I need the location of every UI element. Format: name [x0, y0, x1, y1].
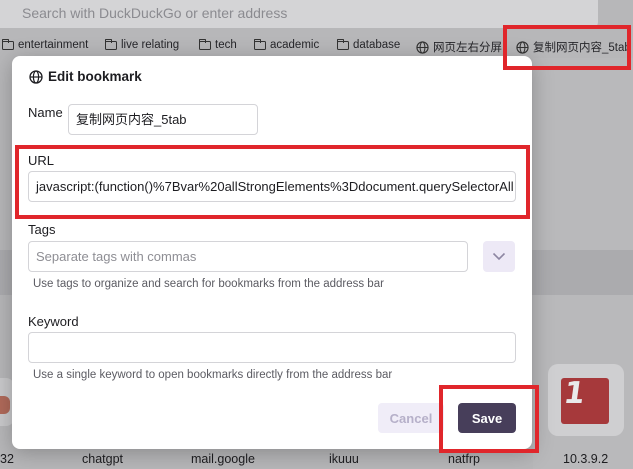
- bookmark-label: entertainment: [18, 39, 89, 51]
- bookmark-split-screen[interactable]: 网页左右分屏: [416, 39, 502, 55]
- bookmark-folder-academic[interactable]: academic: [254, 38, 320, 51]
- keyword-hint: Use a single keyword to open bookmarks d…: [33, 369, 393, 381]
- address-bar-placeholder: Search with DuckDuckGo or enter address: [22, 5, 288, 21]
- bookmark-label: live relating: [121, 39, 180, 51]
- bookmark-label: academic: [270, 39, 320, 51]
- folder-icon: [199, 38, 211, 50]
- cancel-button[interactable]: Cancel: [378, 403, 444, 433]
- tile-label: ikuuu: [329, 452, 359, 466]
- tile-label: chatgpt: [82, 452, 124, 466]
- folder-icon: [2, 38, 14, 50]
- bookmark-folder-live-relating[interactable]: live relating: [105, 38, 180, 51]
- keyword-label: Keyword: [28, 314, 79, 329]
- highlight-save-annotation: [439, 385, 539, 453]
- bookmark-label: 网页左右分屏: [433, 42, 502, 54]
- highlight-url-annotation: [15, 145, 530, 219]
- keyword-input[interactable]: [28, 332, 516, 363]
- tags-dropdown-button[interactable]: [483, 241, 515, 272]
- dialog-title: Edit bookmark: [29, 69, 142, 84]
- name-label: Name: [28, 105, 63, 120]
- folder-icon: [105, 38, 117, 50]
- globe-icon: [416, 40, 429, 54]
- tags-input[interactable]: Separate tags with commas: [28, 241, 468, 272]
- address-bar[interactable]: Search with DuckDuckGo or enter address: [0, 0, 598, 28]
- bookmark-folder-tech[interactable]: tech: [199, 38, 237, 51]
- bookmark-folder-entertainment[interactable]: entertainment: [2, 38, 89, 51]
- bookmark-label: tech: [215, 39, 237, 51]
- tile-label: mail.google: [191, 452, 255, 466]
- tile-label: 10.3.9.2: [563, 452, 609, 466]
- tile-label: natfrp: [448, 452, 480, 466]
- tags-input-placeholder: Separate tags with commas: [36, 249, 197, 264]
- bookmark-folder-database[interactable]: database: [337, 38, 401, 51]
- highlight-bookmark-annotation: [503, 25, 631, 70]
- chevron-down-icon: [492, 252, 506, 261]
- top-site-tile-10-3-9-2[interactable]: 1: [548, 364, 624, 436]
- tags-label: Tags: [28, 222, 56, 237]
- name-input-value: 复制网页内容_5tab: [76, 112, 187, 127]
- tile-label: 32: [0, 452, 14, 466]
- site-icon: [0, 396, 10, 414]
- bookmark-label: database: [353, 39, 401, 51]
- top-sites-labels: 32 chatgpt mail.google ikuuu natfrp 10.3…: [0, 452, 633, 469]
- globe-icon: [29, 69, 43, 84]
- tags-hint: Use tags to organize and search for book…: [33, 278, 384, 290]
- folder-icon: [254, 38, 266, 50]
- name-input[interactable]: 复制网页内容_5tab: [68, 104, 258, 135]
- folder-icon: [337, 38, 349, 50]
- dialog-title-text: Edit bookmark: [48, 69, 142, 84]
